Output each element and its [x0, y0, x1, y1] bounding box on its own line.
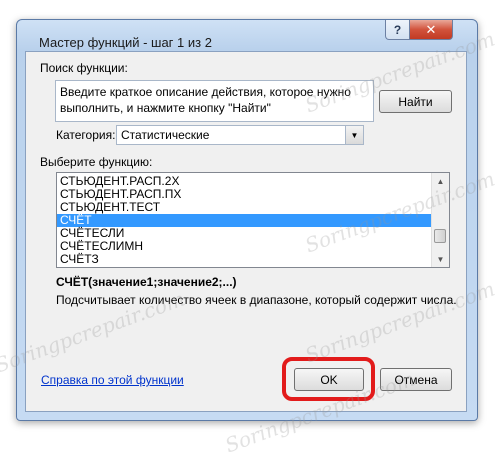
- cancel-button-label: Отмена: [394, 372, 438, 387]
- category-selected-value: Статистические: [121, 128, 210, 142]
- find-button[interactable]: Найти: [379, 90, 452, 113]
- scroll-up-icon[interactable]: ▲: [432, 173, 449, 189]
- title-bar[interactable]: Мастер функций - шаг 1 из 2 ? ✕: [17, 20, 477, 50]
- find-button-label: Найти: [398, 94, 433, 109]
- close-button[interactable]: ✕: [409, 20, 453, 40]
- function-list-label: Выберите функцию:: [40, 155, 153, 169]
- close-icon: ✕: [425, 21, 437, 37]
- function-list-scrollbar[interactable]: ▲ ▼: [431, 173, 449, 267]
- cancel-button[interactable]: Отмена: [380, 368, 452, 391]
- search-input-text: Введите краткое описание действия, котор…: [60, 85, 351, 115]
- function-list-item[interactable]: СТЬЮДЕНТ.ТЕСТ: [57, 201, 432, 214]
- function-list-item[interactable]: СЧЁТЗ: [57, 253, 432, 266]
- function-list[interactable]: СТЬЮДЕНТ.РАСП.2Х СТЬЮДЕНТ.РАСП.ПХ СТЬЮДЕНТ…: [56, 172, 450, 268]
- question-icon: ?: [393, 22, 402, 37]
- search-label: Поиск функции:: [40, 61, 128, 75]
- category-select[interactable]: Статистические ▼: [116, 125, 364, 145]
- scroll-thumb[interactable]: [434, 229, 446, 243]
- chevron-down-icon[interactable]: ▼: [345, 126, 363, 144]
- scroll-down-icon[interactable]: ▼: [432, 251, 449, 267]
- function-syntax: СЧЁТ(значение1;значение2;...): [56, 275, 237, 289]
- dialog-title: Мастер функций - шаг 1 из 2: [39, 35, 212, 50]
- function-help-link[interactable]: Справка по этой функции: [41, 373, 184, 387]
- category-label: Категория:: [56, 128, 116, 142]
- search-input[interactable]: Введите краткое описание действия, котор…: [55, 80, 374, 122]
- help-button[interactable]: ?: [385, 20, 410, 40]
- function-list-item[interactable]: СЧЁТЕСЛИМН: [57, 240, 432, 253]
- ok-button-highlight: [282, 357, 375, 401]
- function-list-items: СТЬЮДЕНТ.РАСП.2Х СТЬЮДЕНТ.РАСП.ПХ СТЬЮДЕНТ…: [57, 175, 432, 266]
- function-description: Подсчитывает количество ячеек в диапазон…: [56, 293, 457, 307]
